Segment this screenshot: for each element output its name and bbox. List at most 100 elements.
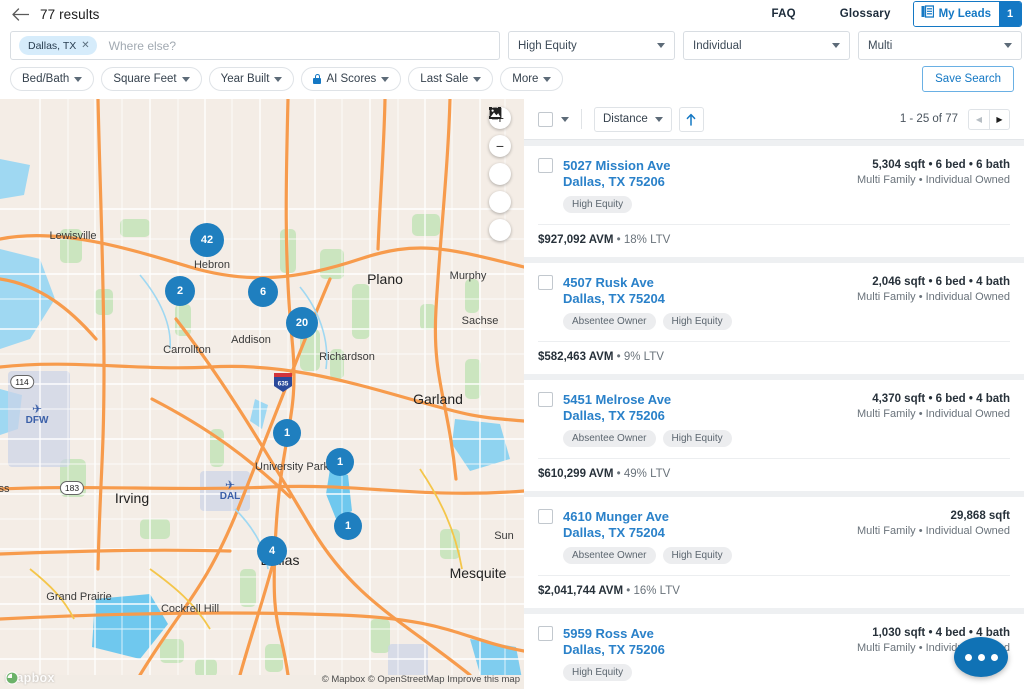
back-arrow-icon[interactable] bbox=[10, 4, 30, 24]
map-cluster-marker[interactable]: 4 bbox=[257, 536, 287, 566]
property-type-select[interactable]: Multi bbox=[858, 31, 1022, 60]
filter-ai-scores[interactable]: AI Scores bbox=[301, 67, 402, 91]
result-checkbox[interactable] bbox=[538, 275, 553, 290]
map-cluster-marker[interactable]: 6 bbox=[248, 277, 278, 307]
result-address-link[interactable]: 4610 Munger Ave bbox=[563, 509, 732, 525]
result-card-left: 5959 Ross Ave Dallas, TX 75206 High Equity bbox=[538, 626, 665, 681]
filter-square-feet[interactable]: Square Feet bbox=[101, 67, 202, 91]
result-checkbox[interactable] bbox=[538, 158, 553, 173]
result-city-state-zip[interactable]: Dallas, TX 75206 bbox=[563, 408, 732, 424]
result-city-state-zip[interactable]: Dallas, TX 75206 bbox=[563, 642, 665, 658]
result-card-left: 5027 Mission Ave Dallas, TX 75206 High Equ… bbox=[538, 158, 670, 213]
zoom-out-icon[interactable]: − bbox=[489, 135, 511, 157]
draw-shape-icon[interactable] bbox=[489, 107, 511, 185]
map-cluster-marker[interactable]: 2 bbox=[165, 276, 195, 306]
filter-more[interactable]: More bbox=[500, 67, 564, 91]
my-leads-button[interactable]: My Leads 1 bbox=[912, 1, 1022, 27]
map-place-label: Plano bbox=[367, 271, 403, 287]
chevron-down-icon bbox=[381, 76, 390, 82]
highway-shield-icon: 114 bbox=[10, 375, 34, 389]
search-row: Dallas, TX ✕ Where else? High Equity Ind… bbox=[0, 28, 1024, 64]
result-card[interactable]: 5451 Melrose Ave Dallas, TX 75206 Absentee… bbox=[524, 380, 1024, 491]
result-card[interactable]: 5027 Mission Ave Dallas, TX 75206 High Equ… bbox=[524, 146, 1024, 257]
ltv-value: • 18% LTV bbox=[616, 234, 671, 246]
result-info: 5027 Mission Ave Dallas, TX 75206 High Equ… bbox=[563, 158, 670, 213]
trash-icon[interactable] bbox=[489, 107, 511, 213]
map-cluster-marker[interactable]: 42 bbox=[190, 223, 224, 257]
property-tag: Absentee Owner bbox=[563, 313, 656, 330]
filter-bed-bath[interactable]: Bed/Bath bbox=[10, 67, 95, 91]
avm-value: $927,092 AVM bbox=[538, 234, 614, 246]
lock-icon bbox=[313, 74, 322, 84]
select-all-checkbox[interactable] bbox=[538, 111, 553, 127]
save-search-button[interactable]: Save Search bbox=[922, 66, 1014, 92]
map-place-label: Hebron bbox=[193, 259, 231, 271]
filter-label: Bed/Bath bbox=[22, 73, 70, 85]
airport-code: DFW bbox=[25, 415, 49, 426]
map-cluster-marker[interactable]: 1 bbox=[273, 419, 301, 447]
result-checkbox[interactable] bbox=[538, 626, 553, 641]
result-city-state-zip[interactable]: Dallas, TX 75204 bbox=[563, 291, 732, 307]
result-card[interactable]: 4507 Rusk Ave Dallas, TX 75204 Absentee Ow… bbox=[524, 263, 1024, 374]
result-address-link[interactable]: 5959 Ross Ave bbox=[563, 626, 665, 642]
satellite-layer-icon[interactable] bbox=[489, 107, 511, 241]
map-cluster-marker[interactable]: 1 bbox=[326, 448, 354, 476]
location-chip[interactable]: Dallas, TX ✕ bbox=[19, 36, 97, 55]
equity-filter-select[interactable]: High Equity bbox=[508, 31, 675, 60]
owner-type-value: Individual bbox=[693, 39, 742, 52]
filter-label: More bbox=[512, 73, 539, 85]
avm-value: $2,041,744 AVM bbox=[538, 585, 624, 597]
pagination: 1 - 25 of 77 ◀ ▶ bbox=[900, 108, 1010, 130]
map-cluster-marker[interactable]: 1 bbox=[334, 512, 362, 540]
chevron-down-icon bbox=[473, 76, 482, 82]
filter-year-built[interactable]: Year Built bbox=[208, 67, 295, 91]
result-checkbox[interactable] bbox=[538, 392, 553, 407]
svg-text:635: 635 bbox=[278, 381, 289, 388]
prev-page-button[interactable]: ◀ bbox=[968, 108, 989, 130]
airport-marker: ✈ DFW bbox=[25, 403, 49, 426]
map-cluster-marker[interactable]: 20 bbox=[286, 307, 318, 339]
map-place-label: Irving bbox=[114, 490, 150, 506]
ltv-value: • 49% LTV bbox=[616, 468, 671, 480]
sort-select[interactable]: Distance bbox=[594, 106, 672, 132]
next-page-button[interactable]: ▶ bbox=[989, 108, 1010, 130]
result-address-link[interactable]: 5027 Mission Ave bbox=[563, 158, 670, 174]
avm-value: $582,463 AVM bbox=[538, 351, 614, 363]
filter-label: AI Scores bbox=[326, 73, 377, 85]
results-toolbar: Distance 1 - 25 of 77 ◀ ▶ bbox=[524, 99, 1024, 140]
result-card[interactable]: 5959 Ross Ave Dallas, TX 75206 High Equity… bbox=[524, 614, 1024, 689]
property-tag: Absentee Owner bbox=[563, 547, 656, 564]
result-city-state-zip[interactable]: Dallas, TX 75206 bbox=[563, 174, 670, 190]
chevron-down-icon[interactable] bbox=[561, 116, 569, 122]
result-city-state-zip[interactable]: Dallas, TX 75204 bbox=[563, 525, 732, 541]
chat-dot bbox=[964, 653, 972, 661]
result-subtype: Multi Family • Individual Owned bbox=[856, 174, 1010, 186]
property-tags: High Equity bbox=[563, 196, 670, 213]
result-card[interactable]: 4610 Munger Ave Dallas, TX 75204 Absentee … bbox=[524, 497, 1024, 608]
avm-value: $610,299 AVM bbox=[538, 468, 614, 480]
location-search-input[interactable]: Dallas, TX ✕ Where else? bbox=[10, 31, 500, 60]
map-place-label: Carrollton bbox=[163, 344, 211, 356]
chat-bubble-icon[interactable] bbox=[954, 637, 1008, 677]
owner-type-select[interactable]: Individual bbox=[683, 31, 850, 60]
result-specs: 4,370 sqft • 6 bed • 4 bath bbox=[872, 393, 1010, 405]
result-address-link[interactable]: 5451 Melrose Ave bbox=[563, 392, 732, 408]
filter-last-sale[interactable]: Last Sale bbox=[408, 67, 494, 91]
result-avm: $582,463 AVM • 9% LTV bbox=[538, 351, 1010, 363]
map-panel[interactable]: 635 Lewisville Hebron Plano Murphy Addison Ca… bbox=[0, 99, 524, 689]
property-tag: Absentee Owner bbox=[563, 430, 656, 447]
chevron-down-icon bbox=[832, 43, 840, 48]
result-card-right: 29,868 sqft Multi Family • Individual Own… bbox=[857, 509, 1010, 564]
result-card-top: 5959 Ross Ave Dallas, TX 75206 High Equity… bbox=[538, 626, 1010, 681]
faq-link[interactable]: FAQ bbox=[750, 8, 818, 20]
sort-direction-button[interactable] bbox=[678, 106, 704, 132]
map-place-label: Addison bbox=[231, 334, 271, 346]
result-checkbox[interactable] bbox=[538, 509, 553, 524]
map-place-label: Mesquite bbox=[449, 565, 507, 581]
glossary-link[interactable]: Glossary bbox=[818, 8, 913, 20]
results-panel: Distance 1 - 25 of 77 ◀ ▶ 5027 Mission A… bbox=[524, 99, 1024, 689]
result-address-link[interactable]: 4507 Rusk Ave bbox=[563, 275, 732, 291]
close-icon[interactable]: ✕ bbox=[81, 40, 89, 51]
results-list: 5027 Mission Ave Dallas, TX 75206 High Equ… bbox=[524, 140, 1024, 689]
result-avm: $927,092 AVM • 18% LTV bbox=[538, 234, 1010, 246]
